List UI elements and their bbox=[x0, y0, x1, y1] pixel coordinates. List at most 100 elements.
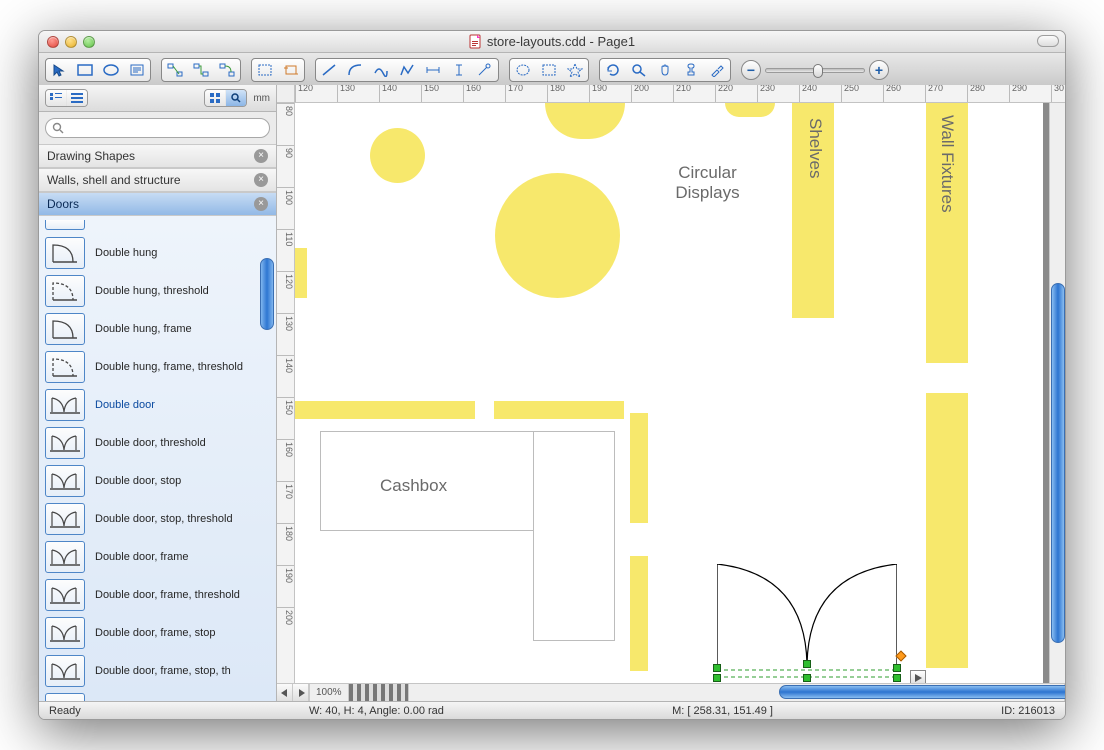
resize-handle[interactable] bbox=[803, 674, 811, 682]
ruler-horizontal: 1201301401501601701801902002102202302402… bbox=[295, 85, 1065, 103]
search-input[interactable] bbox=[45, 118, 270, 138]
circular-display[interactable] bbox=[725, 103, 775, 117]
resize-handle[interactable] bbox=[893, 664, 901, 672]
circular-display[interactable] bbox=[370, 128, 425, 183]
sidebar-scroll-thumb[interactable] bbox=[260, 258, 274, 330]
list-item[interactable]: Double hung, frame bbox=[39, 310, 276, 348]
door-selection[interactable] bbox=[717, 564, 897, 679]
horizontal-scrollbar[interactable] bbox=[409, 684, 1049, 701]
door-thumb-icon bbox=[45, 427, 85, 459]
shelf[interactable] bbox=[630, 556, 648, 671]
list-item[interactable]: Double door, stop bbox=[39, 462, 276, 500]
zoom-in-button[interactable]: + bbox=[869, 60, 889, 80]
zoom-slider[interactable] bbox=[765, 68, 865, 73]
resize-handle[interactable] bbox=[713, 674, 721, 682]
pointer-tool[interactable] bbox=[47, 60, 71, 80]
list-item-label: Double door, threshold bbox=[95, 437, 206, 449]
sidebar-scrollbar[interactable] bbox=[260, 216, 274, 701]
dimension-v-tool[interactable] bbox=[447, 60, 471, 80]
close-icon[interactable]: × bbox=[254, 197, 268, 211]
door-thumb-icon bbox=[45, 237, 85, 269]
dashed-rect-tool[interactable] bbox=[537, 60, 561, 80]
category-doors[interactable]: Doors× bbox=[39, 192, 276, 216]
eyedropper-tool[interactable] bbox=[705, 60, 729, 80]
label-shelves: Shelves bbox=[805, 118, 825, 178]
rectangle-tool[interactable] bbox=[73, 60, 97, 80]
close-icon[interactable]: × bbox=[254, 173, 268, 187]
door-thumb-icon bbox=[45, 579, 85, 611]
connect-tool-3[interactable] bbox=[215, 60, 239, 80]
vertical-scroll-thumb[interactable] bbox=[1051, 283, 1065, 643]
list-item[interactable]: Double door, frame bbox=[39, 538, 276, 576]
crop-tool[interactable] bbox=[279, 60, 303, 80]
list-item[interactable]: Double door bbox=[39, 386, 276, 424]
dimension-h-tool[interactable] bbox=[421, 60, 445, 80]
tree-view-button[interactable] bbox=[46, 90, 66, 106]
list-item[interactable]: Double hung, frame, threshold bbox=[39, 348, 276, 386]
wall-fixture[interactable] bbox=[926, 393, 968, 668]
vertical-scrollbar[interactable] bbox=[1049, 103, 1065, 683]
ellipse-tool[interactable] bbox=[99, 60, 123, 80]
list-item[interactable]: Double door, stop, threshold bbox=[39, 500, 276, 538]
lasso-tool[interactable] bbox=[253, 60, 277, 80]
polyline-tool[interactable] bbox=[395, 60, 419, 80]
circular-display[interactable] bbox=[495, 173, 620, 298]
titlebar[interactable]: store-layouts.cdd - Page1 bbox=[39, 31, 1065, 53]
zoom-tool[interactable] bbox=[627, 60, 651, 80]
smart-tag-button[interactable] bbox=[910, 670, 926, 683]
shelf[interactable] bbox=[494, 401, 624, 419]
category-label: Walls, shell and structure bbox=[47, 173, 181, 187]
stamp-tool[interactable] bbox=[679, 60, 703, 80]
shelf[interactable] bbox=[295, 401, 475, 419]
line-tool[interactable] bbox=[317, 60, 341, 80]
toolbar-toggle[interactable] bbox=[1037, 35, 1059, 47]
door-thumb-icon bbox=[45, 503, 85, 535]
grid-view-button[interactable] bbox=[205, 90, 225, 106]
list-item-label: Double door, stop, threshold bbox=[95, 513, 233, 525]
page-next-button[interactable] bbox=[293, 684, 309, 702]
search-view-button[interactable] bbox=[226, 90, 246, 106]
text-tool[interactable] bbox=[125, 60, 149, 80]
zoom-slider-thumb[interactable] bbox=[813, 64, 823, 78]
close-icon[interactable]: × bbox=[254, 149, 268, 163]
arc-tool[interactable] bbox=[343, 60, 367, 80]
list-item[interactable]: x bbox=[39, 216, 276, 234]
list-item[interactable]: Double door, frame, stop bbox=[39, 614, 276, 652]
list-item[interactable]: Double hung bbox=[39, 234, 276, 272]
horizontal-scroll-thumb[interactable] bbox=[779, 685, 1066, 699]
page-tabs[interactable] bbox=[349, 684, 409, 701]
curve-tool[interactable] bbox=[369, 60, 393, 80]
shelf[interactable] bbox=[630, 413, 648, 523]
resize-handle[interactable] bbox=[893, 674, 901, 682]
list-item-label: Double door, frame bbox=[95, 551, 189, 563]
page-prev-button[interactable] bbox=[277, 684, 293, 702]
cashbox[interactable] bbox=[533, 431, 615, 641]
category-walls[interactable]: Walls, shell and structure × bbox=[39, 168, 276, 192]
door-thumb-icon bbox=[45, 693, 85, 701]
zoom-level[interactable]: 100% bbox=[310, 684, 349, 701]
units-label: mm bbox=[253, 93, 270, 104]
shelf[interactable] bbox=[295, 248, 307, 298]
category-drawing-shapes[interactable]: Drawing Shapes× bbox=[39, 144, 276, 168]
list-item[interactable]: Double hung, threshold bbox=[39, 272, 276, 310]
label-circular: Circular Displays bbox=[655, 163, 760, 203]
dashed-star-tool[interactable] bbox=[563, 60, 587, 80]
resize-handle[interactable] bbox=[713, 664, 721, 672]
list-item[interactable]: Double door, frame, stop, th bbox=[39, 652, 276, 690]
canvas[interactable]: Circular Displays Shelves Wall Fixtures bbox=[295, 103, 1049, 683]
list-item[interactable]: Uneven door bbox=[39, 690, 276, 701]
label-wall-fixtures: Wall Fixtures bbox=[937, 115, 957, 213]
refresh-tool[interactable] bbox=[601, 60, 625, 80]
status-id: ID: 216013 bbox=[1001, 705, 1055, 717]
list-item[interactable]: Double door, threshold bbox=[39, 424, 276, 462]
connect-tool-1[interactable] bbox=[163, 60, 187, 80]
zoom-out-button[interactable]: − bbox=[741, 60, 761, 80]
door-thumb-icon bbox=[45, 617, 85, 649]
list-view-button[interactable] bbox=[67, 90, 87, 106]
resize-handle[interactable] bbox=[803, 660, 811, 668]
pan-tool[interactable] bbox=[653, 60, 677, 80]
dashed-ellipse-tool[interactable] bbox=[511, 60, 535, 80]
list-item[interactable]: Double door, frame, threshold bbox=[39, 576, 276, 614]
connect-tool-2[interactable] bbox=[189, 60, 213, 80]
callout-tool[interactable] bbox=[473, 60, 497, 80]
